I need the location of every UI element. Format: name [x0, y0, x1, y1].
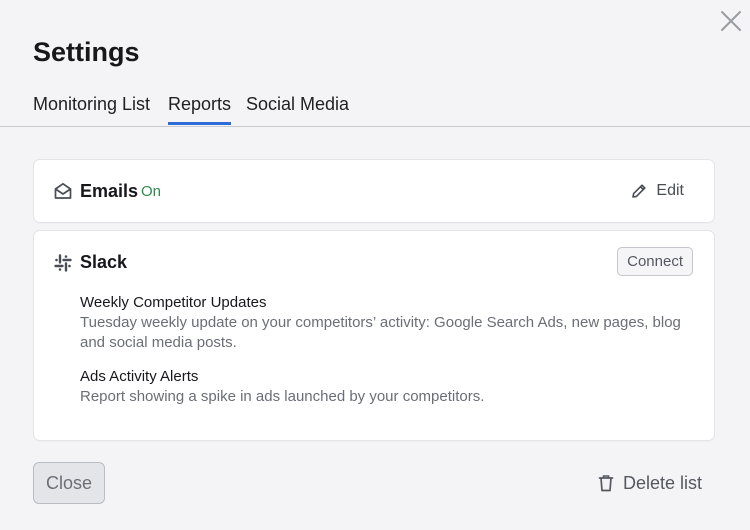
report-item: Weekly Competitor Updates Tuesday weekly… — [80, 293, 690, 353]
envelope-icon — [54, 182, 72, 199]
delete-list-button[interactable]: Delete list — [598, 470, 702, 496]
edit-button[interactable]: Edit — [630, 180, 684, 202]
connect-button[interactable]: Connect — [617, 247, 693, 276]
edit-label: Edit — [656, 182, 684, 199]
report-description: Report showing a spike in ads launched b… — [80, 388, 485, 405]
slack-card: Slack Connect Weekly Competitor Updates … — [34, 231, 714, 440]
report-title: Ads Activity Alerts — [80, 368, 199, 385]
dialog-title: Settings — [33, 37, 140, 67]
slack-title: Slack — [80, 252, 128, 272]
emails-title: Emails — [80, 181, 139, 201]
tab-bar: Monitoring List Reports Social Media — [0, 90, 750, 127]
close-button[interactable]: Close — [33, 462, 105, 504]
emails-status-badge: On — [141, 183, 162, 200]
trash-icon — [598, 475, 614, 492]
pencil-icon — [632, 184, 647, 198]
tab-social-media[interactable]: Social Media — [246, 94, 349, 125]
close-icon[interactable] — [720, 10, 742, 32]
report-title: Weekly Competitor Updates — [80, 294, 267, 311]
slack-icon — [54, 254, 72, 272]
settings-dialog: Settings Monitoring List Reports Social … — [0, 0, 750, 530]
tab-reports[interactable]: Reports — [168, 94, 232, 125]
tab-monitoring-list[interactable]: Monitoring List — [33, 94, 150, 125]
delete-list-label: Delete list — [622, 472, 702, 493]
report-item: Ads Activity Alerts Report showing a spi… — [80, 367, 690, 407]
report-description: Tuesday weekly update on your competitor… — [80, 314, 681, 351]
emails-card: Emails On Edit — [34, 160, 714, 222]
